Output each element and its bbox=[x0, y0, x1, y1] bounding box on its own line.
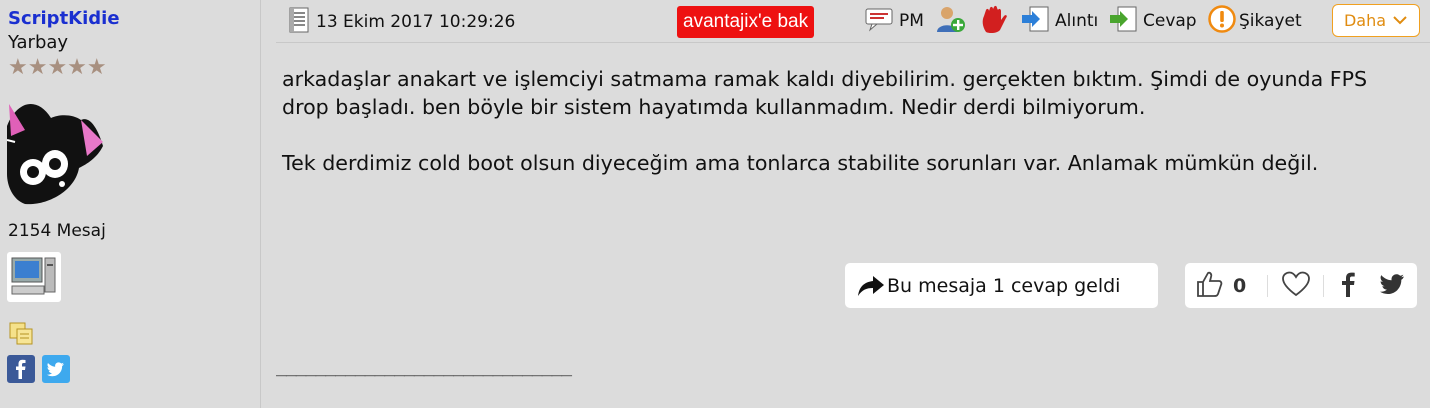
replies-link[interactable]: Bu mesaja 1 cevap geldi bbox=[845, 263, 1158, 308]
user-rank: Yarbay bbox=[8, 32, 69, 53]
quote-icon bbox=[1020, 5, 1052, 38]
computer-icon[interactable] bbox=[7, 252, 61, 302]
message-count: 2154 Mesaj bbox=[8, 221, 106, 241]
post-date-text: 13 Ekim 2017 10:29:26 bbox=[316, 12, 516, 32]
username-link[interactable]: ScriptKidie bbox=[8, 8, 120, 29]
favorite-button[interactable] bbox=[1281, 271, 1311, 301]
document-icon bbox=[288, 7, 310, 37]
reply-button[interactable]: Cevap bbox=[1108, 6, 1197, 36]
post-date: 13 Ekim 2017 10:29:26 bbox=[288, 7, 515, 37]
more-label: Daha bbox=[1343, 11, 1387, 30]
facebook-icon[interactable] bbox=[7, 355, 35, 383]
twitter-icon[interactable] bbox=[42, 355, 70, 383]
complaint-label: Şikayet bbox=[1239, 11, 1302, 31]
reply-label: Cevap bbox=[1143, 11, 1197, 31]
quote-label: Alıntı bbox=[1055, 11, 1099, 31]
share-arrow-icon bbox=[857, 274, 885, 298]
thumbs-up-icon bbox=[1195, 270, 1223, 302]
post-content: arkadaşlar anakart ve işlemciyi satmama … bbox=[282, 65, 1402, 205]
avatar[interactable] bbox=[6, 96, 103, 208]
post-header: 13 Ekim 2017 10:29:26 avantajix'e bak PM bbox=[276, 0, 1430, 43]
twitter-share-button[interactable] bbox=[1379, 271, 1405, 301]
add-friend-button[interactable] bbox=[936, 6, 966, 36]
rank-stars: ★★★★★ bbox=[8, 55, 107, 80]
separator bbox=[1267, 275, 1268, 297]
avantajix-ad-button[interactable]: avantajix'e bak bbox=[677, 6, 815, 38]
post-paragraph: arkadaşlar anakart ve işlemciyi satmama … bbox=[282, 67, 1368, 119]
quote-button[interactable]: Alıntı bbox=[1020, 6, 1098, 36]
separator bbox=[1323, 275, 1324, 297]
chevron-down-icon bbox=[1392, 11, 1408, 30]
facebook-share-button[interactable] bbox=[1339, 271, 1357, 301]
like-count: 0 bbox=[1233, 275, 1247, 297]
user-sidebar: ScriptKidie Yarbay ★★★★★ 2154 Mesaj bbox=[0, 0, 261, 408]
heart-icon bbox=[1281, 270, 1311, 302]
reply-notice-text: Bu mesaja 1 cevap geldi bbox=[887, 274, 1121, 297]
reply-icon bbox=[1108, 5, 1140, 38]
warning-icon bbox=[1208, 4, 1236, 38]
more-dropdown[interactable]: Daha bbox=[1332, 4, 1420, 37]
pm-label: PM bbox=[899, 11, 924, 31]
complaint-button[interactable]: Şikayet bbox=[1208, 4, 1302, 38]
like-button[interactable]: 0 bbox=[1195, 271, 1246, 301]
facebook-f-icon bbox=[1339, 270, 1357, 302]
message-icon bbox=[864, 6, 896, 37]
signature-separator: ______________________________ bbox=[276, 356, 572, 377]
add-user-icon bbox=[936, 4, 966, 39]
copy-icon[interactable] bbox=[9, 322, 35, 346]
reaction-bar: 0 bbox=[1185, 263, 1417, 308]
block-button[interactable] bbox=[978, 4, 1010, 39]
pm-button[interactable]: PM bbox=[864, 6, 924, 36]
twitter-bird-icon bbox=[1379, 272, 1405, 300]
stop-hand-icon bbox=[978, 4, 1010, 39]
post-paragraph: Tek derdimiz cold boot olsun diyeceğim a… bbox=[282, 151, 1319, 175]
